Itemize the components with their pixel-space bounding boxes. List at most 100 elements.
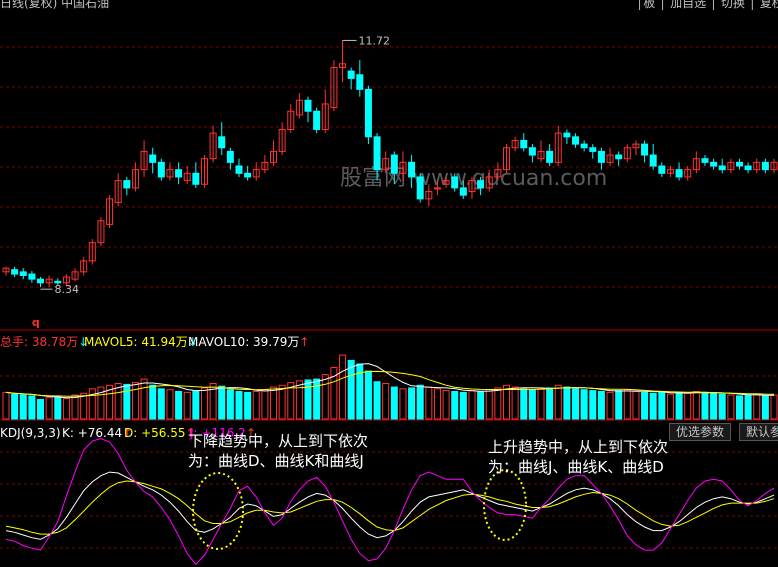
volume-bar: [468, 390, 476, 420]
volume-bar: [62, 398, 70, 420]
top-title: 日线(复权) 中国石油: [0, 0, 110, 10]
volume-bar: [382, 383, 390, 420]
candle-body: [477, 180, 485, 189]
candle-body: [416, 176, 424, 200]
annotation-downtrend-line2: 为：曲线D、曲线K和曲线J: [188, 452, 364, 470]
volume-bar: [546, 387, 554, 420]
kdj-name: KDJ(9,3,3): [0, 426, 61, 440]
candle-body: [735, 161, 743, 167]
candle-body: [718, 165, 726, 171]
volume-bar: [511, 386, 519, 420]
volume-bar: [364, 370, 372, 420]
candle-body: [149, 154, 157, 163]
candle-body: [744, 165, 752, 171]
volume-bar: [684, 392, 692, 420]
candle-body: [433, 187, 441, 190]
kdj-k-value: K: +76.44: [62, 426, 123, 440]
volume-bar: [718, 393, 726, 420]
candle-body: [19, 271, 27, 277]
annotation-uptrend: 上升趋势中，从上到下依次 为：曲线J、曲线K、曲线D: [488, 437, 668, 477]
volume-bar: [149, 384, 157, 420]
candle-body: [675, 169, 683, 178]
volume-bar: [494, 387, 502, 420]
signal-marker: q: [32, 316, 40, 329]
volume-bar: [451, 390, 459, 420]
volume-bar: [710, 392, 718, 420]
candle-body: [761, 161, 769, 171]
candle-body: [37, 278, 45, 284]
volume-bar: [123, 383, 131, 420]
volume-bar: [433, 388, 441, 420]
volume-bar: [761, 395, 769, 420]
candle-body: [226, 150, 234, 163]
volume-bar: [11, 393, 19, 420]
volume-bar: [442, 390, 450, 420]
volume-bar: [675, 391, 683, 420]
volume-bar: [54, 396, 62, 420]
candle-body: [649, 154, 657, 167]
volume-bar: [261, 389, 269, 420]
volume-bar: [727, 394, 735, 420]
volume-bar: [218, 385, 226, 420]
volume-bar: [321, 374, 329, 420]
candle-body: [347, 70, 355, 79]
volume-bar: [502, 384, 510, 420]
mavol5-label: MAVOL5: 41.94万↓: [84, 333, 198, 350]
volume-total: 总手: 38.78万↓: [0, 333, 88, 350]
volume-bar: [244, 391, 252, 420]
volume-bar: [692, 390, 700, 420]
kdj-d-line: [5, 480, 775, 535]
candle-body: [615, 154, 623, 160]
volume-bar: [597, 390, 605, 420]
volume-bar: [425, 386, 433, 420]
annotation-uptrend-line2: 为：曲线J、曲线K、曲线D: [488, 458, 664, 476]
optimize-params-button[interactable]: 优选参数: [669, 423, 732, 441]
volume-bar: [183, 391, 191, 420]
volume-bar: [520, 388, 528, 420]
candle-body: [235, 165, 243, 174]
volume-bar: [304, 379, 312, 420]
candle-body: [701, 158, 709, 163]
mavol10-label: MAVOL10: 39.79万↑: [188, 333, 309, 350]
volume-bar: [192, 390, 200, 420]
candle-body: [658, 165, 666, 174]
kdj-k: K: +76.44↑: [62, 426, 132, 440]
top-toolbar[interactable]: │板 │ 加自选 │ 切换 │ 复权 │: [636, 0, 778, 11]
volume-bar: [770, 394, 778, 420]
volume-bar: [658, 391, 666, 420]
candle-body: [11, 269, 19, 275]
volume-bar: [390, 386, 398, 420]
low-price-label: 8.34: [55, 283, 80, 296]
volume-bar: [339, 354, 347, 420]
candle-body: [123, 180, 131, 189]
stock-chart: 股富网 www.gucuan.com11.728.34q: [0, 34, 778, 565]
candle-body: [459, 187, 467, 196]
default-params-button[interactable]: 默认参: [739, 423, 778, 441]
kdj-d-value: D: +56.55: [124, 426, 186, 440]
candle-body: [589, 147, 597, 152]
candle-body: [313, 110, 321, 130]
candle-body: [364, 88, 372, 138]
candle-body: [408, 161, 416, 178]
candle-body: [546, 150, 554, 163]
volume-bar: [157, 388, 165, 420]
volume-bar: [278, 384, 286, 420]
volume-total-value: 总手: 38.78万: [0, 335, 79, 349]
candle-body: [356, 74, 364, 90]
annotation-downtrend-line1: 下降趋势中，从上到下依次: [188, 432, 369, 450]
volume-bar: [88, 388, 96, 420]
volume-bar: [2, 391, 10, 420]
volume-bar: [606, 391, 614, 420]
volume-bar: [563, 386, 571, 420]
candle-body: [218, 136, 226, 149]
annotation-uptrend-line1: 上升趋势中，从上到下依次: [488, 438, 669, 456]
candle-body: [520, 139, 528, 149]
volume-bar: [641, 391, 649, 420]
arrow-up-icon: ↑: [299, 335, 310, 349]
volume-bar: [140, 378, 148, 420]
volume-bar: [131, 382, 139, 420]
candle-body: [244, 172, 252, 178]
volume-bar: [235, 390, 243, 420]
mavol10-value: MAVOL10: 39.79万: [188, 335, 300, 349]
candle-body: [710, 161, 718, 167]
